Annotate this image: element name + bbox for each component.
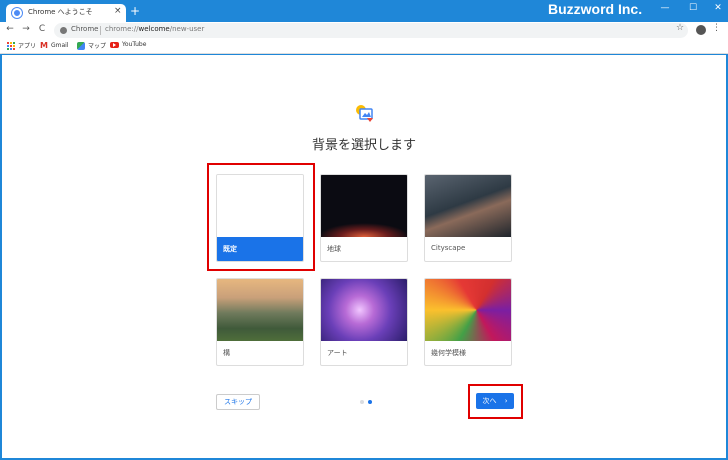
background-card-geometric[interactable]: 幾何学模様 xyxy=(424,278,512,366)
background-thumbnail xyxy=(425,175,511,237)
background-label: アート xyxy=(327,349,348,357)
tab-title: Chrome へようこそ xyxy=(28,8,93,16)
background-thumbnail xyxy=(425,279,511,341)
menu-icon[interactable]: ⋮ xyxy=(712,23,721,33)
chrome-icon xyxy=(12,8,22,18)
background-label: 地球 xyxy=(327,245,341,253)
browser-tab[interactable]: Chrome へようこそ × xyxy=(6,4,126,22)
skip-button[interactable]: スキップ xyxy=(216,394,260,410)
omnibox-chip: Chrome xyxy=(71,25,99,33)
url-path: /new-user xyxy=(169,25,205,33)
chevron-right-icon: › xyxy=(504,397,508,405)
apps-icon xyxy=(7,41,15,50)
tab-close-button[interactable]: × xyxy=(114,6,122,16)
reload-button[interactable]: C xyxy=(36,24,48,34)
chrome-page-icon xyxy=(60,27,67,34)
background-label: 構 xyxy=(223,349,230,357)
bookmark-label: Gmail xyxy=(50,42,69,49)
new-tab-button[interactable]: + xyxy=(130,4,140,18)
background-thumbnail xyxy=(321,175,407,237)
back-button[interactable]: ← xyxy=(4,24,16,34)
title-bar: Chrome へようこそ × + Buzzword Inc. — ☐ ✕ xyxy=(0,0,728,22)
bookmark-star-icon[interactable]: ☆ xyxy=(676,23,684,33)
background-label: 幾何学模様 xyxy=(431,349,466,357)
next-button[interactable]: 次へ › xyxy=(476,393,514,409)
maximize-button[interactable]: ☐ xyxy=(687,3,699,13)
bookmark-youtube[interactable]: YouTube xyxy=(110,41,146,48)
minimize-button[interactable]: — xyxy=(659,3,671,13)
omnibox-separator xyxy=(100,26,101,35)
bookmark-apps[interactable]: アプリ xyxy=(7,41,36,50)
background-card-earth[interactable]: 地球 xyxy=(320,174,408,262)
close-window-button[interactable]: ✕ xyxy=(712,3,724,13)
welcome-page: 背景を選択します 既定 地球 Cityscape 構 アート 幾何学模様 スキッ… xyxy=(2,55,726,458)
gmail-icon: M xyxy=(40,41,48,50)
url-host: welcome xyxy=(138,25,170,33)
pager-dot-1[interactable] xyxy=(360,400,364,404)
omnibox-url[interactable]: chrome://welcome/new-user xyxy=(105,25,204,33)
bookmark-label: YouTube xyxy=(122,41,147,48)
background-label: Cityscape xyxy=(431,244,466,252)
maps-icon xyxy=(77,41,85,50)
pager-dot-2[interactable] xyxy=(368,400,372,404)
bookmark-label: アプリ xyxy=(18,43,37,50)
background-thumbnail xyxy=(217,279,303,341)
bookmarks-bar: アプリ M Gmail マップ YouTube xyxy=(0,39,728,54)
background-card-cityscape[interactable]: Cityscape xyxy=(424,174,512,262)
background-image-icon xyxy=(356,105,373,122)
profile-icon[interactable] xyxy=(696,25,706,35)
bookmark-label: マップ xyxy=(88,43,107,50)
background-thumbnail xyxy=(321,279,407,341)
highlight-box-default xyxy=(207,163,315,271)
youtube-icon xyxy=(110,41,119,48)
page-title: 背景を選択します xyxy=(311,138,416,153)
browser-toolbar: ← → C Chrome chrome://welcome/new-user ☆… xyxy=(0,22,728,39)
background-card-landscape[interactable]: 構 xyxy=(216,278,304,366)
url-prefix: chrome:// xyxy=(105,25,139,33)
bookmark-gmail[interactable]: M Gmail xyxy=(40,41,68,50)
background-card-art[interactable]: アート xyxy=(320,278,408,366)
address-bar[interactable]: Chrome chrome://welcome/new-user xyxy=(54,23,688,38)
brand-watermark: Buzzword Inc. xyxy=(548,1,643,17)
next-label: 次へ xyxy=(482,397,497,405)
forward-button[interactable]: → xyxy=(20,24,32,34)
bookmark-maps[interactable]: マップ xyxy=(77,41,106,50)
